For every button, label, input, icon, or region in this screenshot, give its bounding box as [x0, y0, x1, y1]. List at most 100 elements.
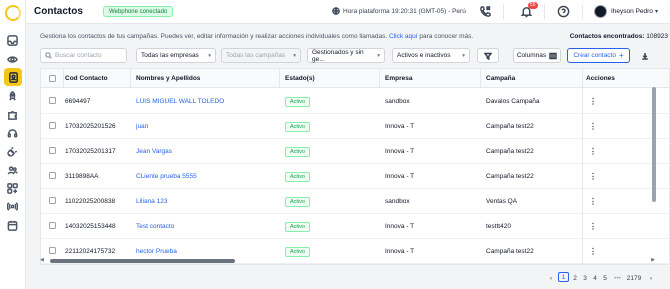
search-input[interactable]: Buscar contacto [40, 48, 127, 63]
column-divider [279, 69, 280, 88]
row-name-link[interactable]: Jean Vargas [136, 139, 172, 164]
select-all-checkbox[interactable] [49, 75, 56, 82]
row-company: sandbox [385, 198, 410, 205]
page-button[interactable]: 2 [570, 272, 580, 284]
horizontal-scrollbar[interactable]: ◀ ▶ [40, 257, 655, 263]
search-placeholder: Buscar contacto [55, 52, 102, 59]
row-code: 17032025201317 [65, 148, 116, 155]
inbox-icon[interactable] [6, 34, 19, 47]
row-name-link[interactable]: LUIS MIGUEL WALL TOLEDO [136, 89, 224, 114]
active-select[interactable]: Activos e inactivos ▾ [392, 48, 470, 63]
table-row[interactable]: 17032025201317 Jean Vargas Activo Innova… [41, 139, 669, 164]
table-row[interactable]: 11022025200838 Liliana 123 Activo sandbo… [41, 189, 669, 214]
webphone-status-badge: Webphone conectado [103, 6, 174, 17]
help-icon[interactable] [557, 5, 570, 18]
row-name-link[interactable]: Liliana 123 [136, 189, 167, 214]
next-page-icon[interactable]: › [646, 272, 656, 284]
header-divider [544, 5, 545, 19]
status-badge: Activo [285, 97, 310, 107]
row-company: Innova - T [385, 123, 415, 130]
people-icon[interactable] [6, 164, 19, 177]
download-button[interactable] [635, 48, 655, 63]
row-name-link[interactable]: Test contacto [136, 214, 174, 239]
broadcast-icon[interactable] [6, 200, 19, 213]
eye-icon[interactable] [6, 53, 19, 66]
clock-text: Hora plataforma 19:20:31 (GMT-05) - Perú [343, 7, 466, 15]
col-header-status[interactable]: Estado(s) [285, 69, 315, 88]
row-company: Innova - T [385, 173, 415, 180]
row-checkbox[interactable] [49, 97, 56, 104]
status-badge: Activo [285, 172, 310, 182]
row-code: 14032025153448 [65, 223, 116, 230]
row-checkbox[interactable] [49, 222, 56, 229]
row-checkbox[interactable] [49, 172, 56, 179]
page-button[interactable]: 3 [580, 272, 590, 284]
row-checkbox[interactable] [49, 122, 56, 129]
contacts-table: Cod Contacto Nombres y Apellidos Estado(… [40, 68, 670, 265]
plug-icon[interactable] [6, 145, 19, 158]
page-title: Contactos [34, 6, 83, 17]
filter-button[interactable] [477, 48, 499, 63]
columns-icon [549, 52, 557, 59]
user-name[interactable]: Iheyson Pedro [611, 8, 653, 15]
col-header-company[interactable]: Empresa [385, 69, 412, 88]
create-contact-button[interactable]: Crear contacto + [567, 48, 630, 63]
status-badge: Activo [285, 122, 310, 132]
contacts-icon[interactable] [4, 68, 22, 86]
status-badge: Activo [285, 247, 310, 257]
filter-icon [484, 52, 492, 60]
notification-count: 55 [528, 2, 538, 9]
headset-icon[interactable] [6, 127, 19, 140]
col-header-code[interactable]: Cod Contacto [65, 69, 108, 88]
row-checkbox[interactable] [49, 197, 56, 204]
row-code: 3119898AA [65, 173, 99, 180]
page-button-last[interactable]: 2179 [625, 272, 643, 284]
campaign-select-value: Todas las campañas [226, 52, 286, 59]
dialpad-phone-icon[interactable] [479, 5, 492, 18]
page-description: Gestiona los contactos de tus campañas. … [40, 33, 473, 40]
scroll-left-icon[interactable]: ◀ [40, 257, 44, 263]
rocket-icon[interactable] [6, 90, 19, 103]
puzzle-icon[interactable] [6, 109, 19, 122]
table-row[interactable]: 6694497 LUIS MIGUEL WALL TOLEDO Activo s… [41, 89, 669, 114]
prev-page-icon[interactable]: ‹ [546, 272, 556, 284]
row-code: 17032025201526 [65, 123, 116, 130]
actions-column-divider [582, 69, 669, 264]
table-row[interactable]: 17032025201526 juan Activo Innova - T Ca… [41, 114, 669, 139]
chevron-down-icon: ▾ [293, 52, 296, 59]
learn-more-link[interactable]: Click aquí [389, 33, 418, 40]
chevron-down-icon[interactable]: ▾ [655, 8, 658, 15]
avatar[interactable] [594, 5, 607, 18]
create-contact-label: Crear contacto [573, 52, 616, 59]
page-button[interactable]: 4 [590, 272, 600, 284]
status-badge: Activo [285, 222, 310, 232]
description-text: Gestiona los contactos de tus campañas. … [40, 33, 388, 40]
page-button[interactable]: 5 [600, 272, 610, 284]
chevron-down-icon: ▾ [208, 52, 211, 59]
row-name-link[interactable]: CLiente prueba 5555 [136, 164, 197, 189]
chevron-down-icon: ▾ [462, 52, 465, 59]
table-row[interactable]: 14032025153448 Test contacto Activo Inno… [41, 214, 669, 239]
company-select[interactable]: Todas las empresas ▾ [136, 48, 216, 63]
col-header-name[interactable]: Nombres y Apellidos [136, 69, 200, 88]
header-divider [503, 5, 504, 19]
scroll-right-icon[interactable]: ▶ [651, 257, 655, 263]
calendar-icon[interactable] [6, 219, 19, 232]
page-button-current[interactable]: 1 [558, 272, 569, 282]
row-checkbox[interactable] [49, 247, 56, 254]
notifications-bell-icon[interactable]: 55 [520, 2, 538, 18]
managed-select[interactable]: Gestionados y sin ge... ▾ [307, 48, 385, 63]
table-row[interactable]: 3119898AA CLiente prueba 5555 Activo Inn… [41, 164, 669, 189]
col-header-campaign[interactable]: Campaña [486, 69, 515, 88]
company-select-value: Todas las empresas [141, 52, 199, 59]
grid-plus-icon[interactable] [6, 182, 19, 195]
columns-button[interactable]: Columnas [513, 48, 561, 63]
vertical-scrollbar[interactable] [652, 87, 656, 202]
horizontal-scroll-thumb[interactable] [50, 259, 235, 263]
logo[interactable] [5, 5, 21, 21]
row-name-link[interactable]: juan [136, 114, 148, 139]
column-divider [480, 69, 481, 88]
active-select-value: Activos e inactivos [397, 52, 451, 59]
column-divider [130, 69, 131, 88]
row-checkbox[interactable] [49, 147, 56, 154]
